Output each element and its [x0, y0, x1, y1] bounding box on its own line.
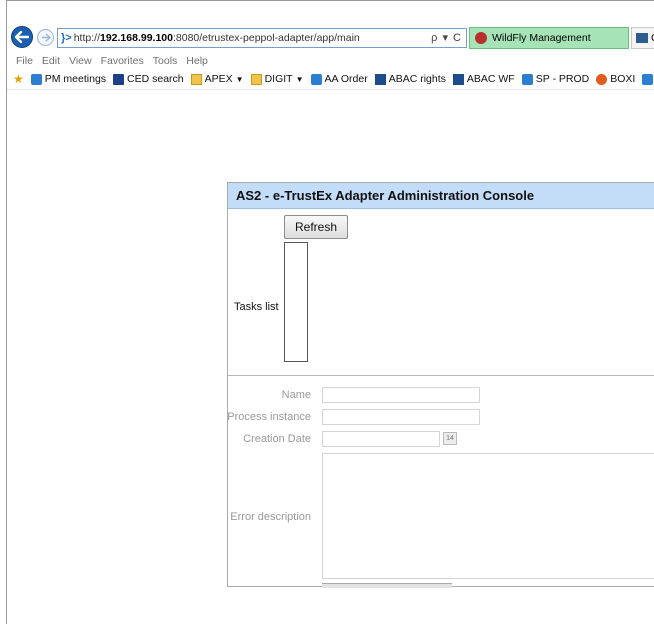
- fav-boxi[interactable]: BOXI: [596, 73, 635, 85]
- favorites-bar: ★ PM meetings CED search APEX ▼ DIGIT ▼ AA…: [7, 69, 654, 90]
- tab-label: WildFly Management: [492, 32, 591, 44]
- fav-label: DIGIT: [264, 73, 293, 85]
- name-field[interactable]: [322, 387, 480, 403]
- fav-label: ABAC WF: [466, 73, 515, 85]
- tab-wildfly-management[interactable]: WildFly Management: [469, 27, 629, 49]
- process-instance-label: Process instance: [227, 411, 311, 423]
- back-button[interactable]: [11, 26, 33, 48]
- menu-view[interactable]: View: [69, 55, 92, 67]
- admin-console-panel: AS2 - e-TrustEx Adapter Administration C…: [227, 182, 654, 588]
- fav-abac-wf[interactable]: ABAC WF: [452, 73, 515, 85]
- ie-page-icon: [642, 73, 654, 85]
- fav-label: BOXI: [610, 73, 636, 85]
- fav-digit[interactable]: DIGIT ▼: [250, 73, 304, 85]
- address-bar[interactable]: }> http://192.168.99.100:8080/etrustex-p…: [57, 28, 467, 48]
- favorites-star-icon[interactable]: ★: [13, 72, 24, 86]
- menu-help[interactable]: Help: [186, 55, 208, 67]
- fav-abac-rights[interactable]: ABAC rights: [374, 73, 446, 85]
- error-description-field[interactable]: [322, 453, 654, 579]
- refresh-button[interactable]: Refresh: [284, 215, 348, 239]
- site-identity-icon: }>: [61, 32, 72, 44]
- ie-page-icon: [521, 73, 533, 85]
- tab-next[interactable]: C: [631, 27, 654, 49]
- folder-icon: [190, 73, 202, 85]
- navigation-row: }> http://192.168.99.100:8080/etrustex-p…: [7, 23, 654, 53]
- page-title: AS2 - e-TrustEx Adapter Administration C…: [236, 188, 535, 203]
- fav-label: AA Order: [324, 73, 368, 85]
- chevron-down-icon: ▼: [235, 74, 244, 84]
- fav-aa-order[interactable]: AA Order: [310, 73, 368, 85]
- menu-bar: File Edit View Favorites Tools Help: [7, 53, 654, 69]
- creation-date-field[interactable]: [322, 431, 440, 447]
- search-refresh-icons[interactable]: ρ ▾ C: [431, 31, 462, 44]
- tasks-list[interactable]: [284, 242, 308, 362]
- abac-icon: [636, 33, 648, 43]
- url-scheme: http://: [73, 32, 100, 44]
- fav-label: SP - PROD: [535, 73, 590, 85]
- menu-edit[interactable]: Edit: [42, 55, 60, 67]
- process-instance-field[interactable]: [322, 409, 480, 425]
- ie-page-icon: [310, 73, 322, 85]
- menu-file[interactable]: File: [16, 55, 33, 67]
- ie-page-icon: [30, 73, 42, 85]
- tasks-list-label: Tasks list: [234, 301, 279, 313]
- partial-button[interactable]: [322, 583, 452, 588]
- browser-window: }> http://192.168.99.100:8080/etrustex-p…: [6, 0, 654, 624]
- url-path: :8080/etrustex-peppol-adapter/app/main: [172, 32, 360, 44]
- fav-ced-search[interactable]: CED search: [113, 73, 184, 85]
- fav-label: PM meetings: [44, 73, 107, 85]
- arrow-right-icon: [41, 33, 51, 42]
- wildfly-icon: [475, 32, 487, 44]
- creation-date-label: Creation Date: [243, 433, 311, 445]
- fav-label: CED search: [127, 73, 184, 85]
- address-url[interactable]: http://192.168.99.100:8080/etrustex-pepp…: [74, 32, 360, 44]
- abac-icon: [452, 73, 464, 85]
- menu-tools[interactable]: Tools: [153, 55, 178, 67]
- fav-pm-meetings[interactable]: PM meetings: [30, 73, 107, 85]
- chevron-down-icon: ▼: [295, 74, 304, 84]
- fav-apex[interactable]: APEX ▼: [190, 73, 244, 85]
- fav-label: ABAC rights: [388, 73, 446, 85]
- error-description-label: Error description: [230, 511, 311, 523]
- panel-header: AS2 - e-TrustEx Adapter Administration C…: [228, 183, 654, 209]
- forward-button[interactable]: [37, 29, 54, 46]
- ced-icon: [113, 73, 125, 85]
- name-label: Name: [281, 389, 311, 401]
- fav-cp[interactable]: CP: [642, 73, 654, 85]
- boxi-icon: [596, 73, 608, 85]
- calendar-icon[interactable]: 14: [443, 432, 457, 445]
- divider: [228, 375, 654, 376]
- url-host: 192.168.99.100: [99, 32, 173, 44]
- arrow-left-icon: [15, 31, 29, 43]
- fav-label: APEX: [204, 73, 233, 85]
- folder-icon: [250, 73, 262, 85]
- abac-icon: [374, 73, 386, 85]
- menu-favorites[interactable]: Favorites: [101, 55, 144, 67]
- fav-sp-prod[interactable]: SP - PROD: [521, 73, 590, 85]
